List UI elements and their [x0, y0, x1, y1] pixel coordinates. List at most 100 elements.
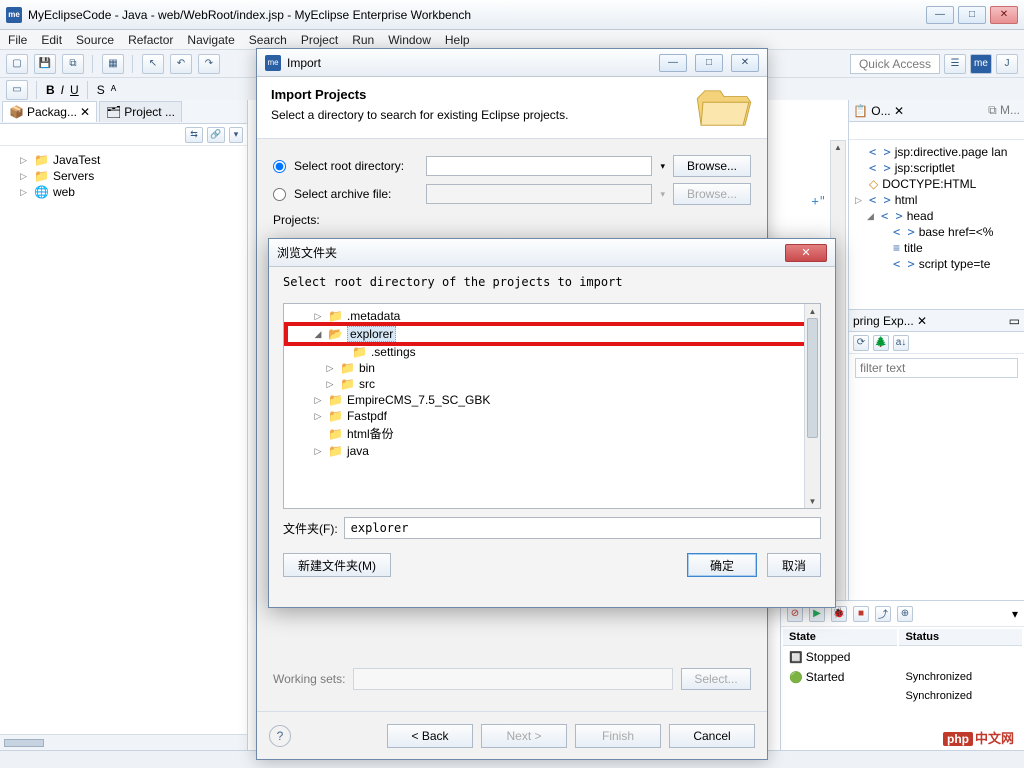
undo-button[interactable]: ↶ — [170, 54, 192, 74]
back-button[interactable]: < Back — [387, 724, 473, 748]
outline-menu-icon[interactable]: ⧉ M... — [988, 103, 1020, 118]
import-min-button[interactable]: — — [659, 54, 687, 72]
terminate-icon[interactable]: ■ — [853, 606, 869, 622]
perspective-switch-icon[interactable]: ☰ — [944, 54, 966, 74]
folder-bin[interactable]: ▷📁bin — [286, 360, 818, 376]
tab-package-explorer[interactable]: 📦 Packag... ✕ — [2, 101, 97, 122]
tree-item-web[interactable]: ▷🌐web — [6, 184, 241, 200]
spring-min-icon[interactable]: ▭ — [1009, 314, 1020, 328]
tiny-icon[interactable]: ᴬ — [111, 83, 116, 97]
spring-explorer-tab[interactable]: pring Exp... ✕ — [853, 314, 927, 328]
small-icon[interactable]: S — [97, 83, 105, 97]
menu-search[interactable]: Search — [249, 33, 287, 47]
me-perspective-icon[interactable]: me — [970, 54, 992, 74]
link-editor-icon[interactable]: 🔗 — [207, 127, 225, 143]
spring-tree-icon[interactable]: 🌲 — [873, 335, 889, 351]
outline-row[interactable]: ◇DOCTYPE:HTML — [855, 176, 1018, 192]
outline-row[interactable]: ▷< >html — [855, 192, 1018, 208]
spring-sort-icon[interactable]: a↓ — [893, 335, 909, 351]
toggle-button[interactable]: ▦ — [102, 54, 124, 74]
help-button[interactable]: ? — [269, 725, 291, 747]
java-perspective-icon[interactable]: J — [996, 54, 1018, 74]
browse-cancel-button[interactable]: 取消 — [767, 553, 821, 577]
menu-help[interactable]: Help — [445, 33, 470, 47]
tree-item-servers[interactable]: ▷📁Servers — [6, 168, 241, 184]
browse-root-button[interactable]: Browse... — [673, 155, 751, 177]
menu-edit[interactable]: Edit — [41, 33, 62, 47]
collapse-all-icon[interactable]: ⇆ — [185, 127, 203, 143]
ok-button[interactable]: 确定 — [687, 553, 757, 577]
import-header: Import Projects — [271, 87, 753, 102]
menu-source[interactable]: Source — [76, 33, 114, 47]
italic-icon[interactable]: I — [61, 83, 64, 97]
server-row[interactable]: 🔲 Stopped — [783, 648, 1022, 666]
maximize-button[interactable]: □ — [958, 6, 986, 24]
menu-navigate[interactable]: Navigate — [187, 33, 234, 47]
minimize-button[interactable]: — — [926, 6, 954, 24]
folder-empirecms[interactable]: ▷📁EmpireCMS_7.5_SC_GBK — [286, 392, 818, 408]
save-all-button[interactable]: ⧉ — [62, 54, 84, 74]
folder-src[interactable]: ▷📁src — [286, 376, 818, 392]
folder-java[interactable]: ▷📁java — [286, 443, 818, 459]
servers-menu-icon[interactable]: ▾ — [1012, 607, 1018, 621]
browse-tree: ▷📁.metadata ◢📂explorer 📁.settings ▷📁bin … — [283, 303, 821, 509]
spring-filter-input[interactable] — [855, 358, 1018, 378]
folder-explorer[interactable]: ◢📂explorer — [286, 324, 818, 344]
close-button[interactable]: ✕ — [990, 6, 1018, 24]
spring-filter-icon[interactable]: ⟳ — [853, 335, 869, 351]
browse-path-input[interactable] — [344, 517, 821, 539]
outline-row[interactable]: ≡title — [855, 240, 1018, 256]
archive-input — [426, 184, 652, 204]
menu-run[interactable]: Run — [352, 33, 374, 47]
menu-project[interactable]: Project — [301, 33, 338, 47]
underline-icon[interactable]: U — [70, 83, 79, 97]
add-server-icon[interactable]: ⊕ — [897, 606, 913, 622]
left-sidebar: 📦 Packag... ✕ 🗂 Project ... ⇆ 🔗 ▾ ▷📁Java… — [0, 100, 248, 750]
server-row[interactable]: 🟢 StartedSynchronized — [783, 668, 1022, 686]
label-archive: Select archive file: — [294, 187, 418, 201]
view-menu-icon[interactable]: ▾ — [229, 127, 243, 143]
cancel-button[interactable]: Cancel — [669, 724, 755, 748]
outline-row[interactable]: < >script type=te — [855, 256, 1018, 272]
outline-tab[interactable]: 📋 O... ✕ — [853, 104, 904, 118]
save-button[interactable]: 💾 — [34, 54, 56, 74]
redo-button[interactable]: ↷ — [198, 54, 220, 74]
radio-root-dir[interactable] — [273, 160, 286, 173]
bold-icon[interactable]: B — [46, 83, 55, 97]
folder-fastpdf[interactable]: ▷📁Fastpdf — [286, 408, 818, 424]
menu-refactor[interactable]: Refactor — [128, 33, 173, 47]
outline-row[interactable]: < >base href=<% — [855, 224, 1018, 240]
cursor-button[interactable]: ↖ — [142, 54, 164, 74]
outline-row[interactable]: < >jsp:scriptlet — [855, 160, 1018, 176]
folder-htmlbackup[interactable]: 📁html备份 — [286, 424, 818, 443]
menu-file[interactable]: File — [8, 33, 27, 47]
import-icon: me — [265, 55, 281, 71]
working-sets-combo[interactable] — [353, 668, 673, 690]
menu-window[interactable]: Window — [388, 33, 431, 47]
browse-instruction: Select root directory of the projects to… — [269, 267, 835, 297]
working-sets-select-button[interactable]: Select... — [681, 668, 751, 690]
tree-item-javatest[interactable]: ▷📁JavaTest — [6, 152, 241, 168]
tab-project-explorer[interactable]: 🗂 Project ... — [99, 101, 182, 122]
editor-fragment: +" — [812, 194, 826, 208]
browse-scrollbar[interactable]: ▲▼ — [804, 304, 820, 508]
h-scrollbar[interactable] — [4, 739, 44, 747]
radio-archive[interactable] — [273, 188, 286, 201]
browse-close-button[interactable]: ✕ — [785, 244, 827, 262]
root-dir-input[interactable] — [426, 156, 652, 176]
publish-icon[interactable]: ⤴ — [875, 606, 891, 622]
browse-archive-button: Browse... — [673, 183, 751, 205]
folder-metadata[interactable]: ▷📁.metadata — [286, 308, 818, 324]
new-folder-button[interactable]: 新建文件夹(M) — [283, 553, 391, 577]
import-max-button[interactable]: □ — [695, 54, 723, 72]
server-row[interactable]: Synchronized — [783, 688, 1022, 704]
outline-row[interactable]: < >jsp:directive.page lan — [855, 144, 1018, 160]
folder-settings[interactable]: 📁.settings — [286, 344, 818, 360]
outline-row[interactable]: ◢< >head — [855, 208, 1018, 224]
design-button[interactable]: ▭ — [6, 80, 28, 100]
projects-label: Projects: — [273, 213, 751, 227]
new-button[interactable]: ▢ — [6, 54, 28, 74]
browse-path-label: 文件夹(F): — [283, 520, 338, 537]
import-close-button[interactable]: ✕ — [731, 54, 759, 72]
quick-access[interactable]: Quick Access — [850, 54, 940, 74]
